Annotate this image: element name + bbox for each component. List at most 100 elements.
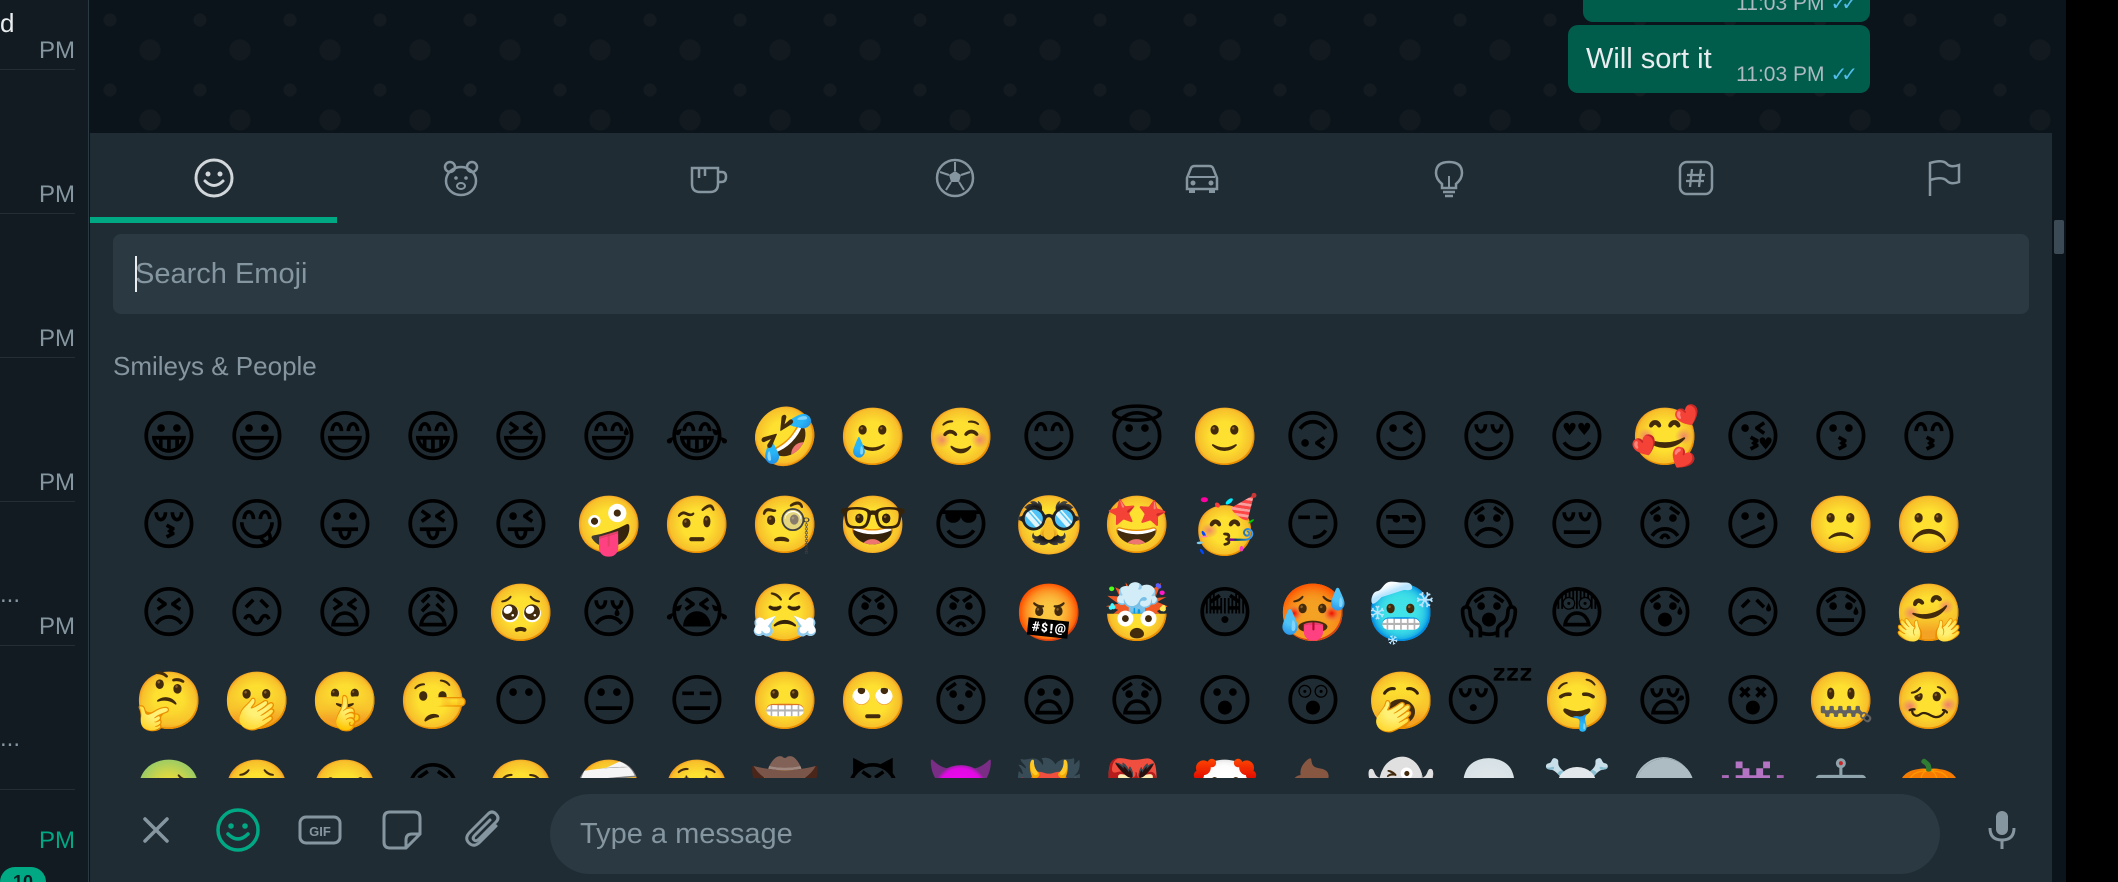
emoji-button[interactable]: 😊 [1005, 393, 1093, 481]
emoji-button[interactable]: 😀 [125, 393, 213, 481]
scrollbar-thumb[interactable] [2054, 220, 2064, 254]
emoji-button[interactable]: 😕 [1709, 481, 1797, 569]
emoji-button[interactable]: 😲 [1269, 657, 1357, 745]
tab-food[interactable] [584, 133, 831, 223]
emoji-search-input[interactable] [113, 234, 2029, 314]
emoji-button[interactable]: 😓 [1797, 569, 1885, 657]
emoji-button[interactable]: 🤠 [741, 745, 829, 779]
emoji-button[interactable]: 😂 [653, 393, 741, 481]
emoji-button[interactable]: 🙄 [829, 657, 917, 745]
emoji-button[interactable]: 😇 [1093, 393, 1181, 481]
emoji-button[interactable]: 🤐 [1797, 657, 1885, 745]
emoji-button[interactable]: 🥸 [1005, 481, 1093, 569]
emoji-button[interactable]: 😶 [477, 657, 565, 745]
emoji-search-field[interactable] [113, 234, 2029, 314]
emoji-button[interactable]: 🤬 [1005, 569, 1093, 657]
emoji-button[interactable]: 🥵 [1269, 569, 1357, 657]
emoji-button[interactable]: 😋 [213, 481, 301, 569]
emoji-button[interactable]: ☠️ [1533, 745, 1621, 779]
emoji-button[interactable]: 😴 [1444, 657, 1534, 745]
chat-list-item[interactable]: PM ... [0, 503, 75, 752]
emoji-button[interactable]: 😙 [1885, 393, 1973, 481]
emoji-button[interactable]: 😎 [917, 481, 1005, 569]
emoji-button[interactable]: 😈 [829, 745, 917, 779]
emoji-button[interactable]: 😚 [125, 481, 213, 569]
emoji-button[interactable]: 🤕 [565, 745, 653, 779]
emoji-button[interactable]: 😝 [389, 481, 477, 569]
emoji-button[interactable]: 😅 [565, 393, 653, 481]
emoji-button[interactable]: 😛 [301, 481, 389, 569]
emoji-button[interactable]: 👻 [1357, 745, 1445, 779]
emoji-button[interactable]: 🤧 [301, 745, 389, 779]
chat-list-item[interactable]: PM [0, 0, 75, 70]
emoji-button[interactable]: 😱 [1445, 569, 1533, 657]
emoji-button[interactable]: 😣 [125, 569, 213, 657]
emoji-button[interactable]: 🤥 [389, 657, 477, 745]
emoji-button[interactable]: 🤫 [301, 657, 389, 745]
emoji-button[interactable]: 👽 [1621, 745, 1709, 779]
close-emoji-button[interactable] [126, 800, 186, 860]
voice-message-button[interactable] [1972, 800, 2032, 860]
emoji-button[interactable]: 😫 [301, 569, 389, 657]
emoji-button[interactable]: 🥲 [829, 393, 917, 481]
emoji-button[interactable]: 😬 [741, 657, 829, 745]
emoji-button[interactable]: 😡 [917, 569, 1005, 657]
emoji-button[interactable]: 👹 [1005, 745, 1093, 779]
message-input[interactable] [550, 794, 1940, 874]
emoji-button[interactable]: 😦 [1005, 657, 1093, 745]
tab-animals[interactable] [337, 133, 584, 223]
emoji-button[interactable]: 🥱 [1357, 657, 1445, 745]
emoji-button[interactable]: 🤣 [741, 393, 829, 481]
emoji-button[interactable]: 😜 [477, 481, 565, 569]
emoji-button[interactable]: 💀 [1445, 745, 1533, 779]
gif-button[interactable]: GIF [290, 800, 350, 860]
emoji-button[interactable]: 🥰 [1621, 393, 1709, 481]
outgoing-message[interactable]: 11:03 PM ✓✓ [1583, 0, 1870, 22]
emoji-button[interactable]: 😐 [565, 657, 653, 745]
emoji-button[interactable]: 🤢 [125, 745, 213, 779]
tab-objects[interactable] [1325, 133, 1572, 223]
emoji-button[interactable] [208, 800, 268, 860]
emoji-button[interactable]: 🤗 [1885, 569, 1973, 657]
emoji-button[interactable]: 😧 [1093, 657, 1181, 745]
emoji-button[interactable]: ☹️ [1885, 481, 1973, 569]
emoji-button[interactable]: 😏 [1269, 481, 1357, 569]
emoji-button[interactable]: 😟 [1621, 481, 1709, 569]
emoji-button[interactable]: 😨 [1533, 569, 1621, 657]
emoji-button[interactable]: 🥺 [477, 569, 565, 657]
emoji-button[interactable]: 😵 [1709, 657, 1797, 745]
emoji-button[interactable]: 😳 [1181, 569, 1269, 657]
emoji-button[interactable]: 👺 [1093, 745, 1181, 779]
emoji-button[interactable]: 👿 [917, 745, 1005, 779]
emoji-button[interactable]: 😢 [565, 569, 653, 657]
emoji-button[interactable]: 🧐 [741, 481, 829, 569]
emoji-button[interactable]: 😮 [1181, 657, 1269, 745]
chat-list-item[interactable]: PM [0, 215, 75, 358]
emoji-button[interactable]: 😤 [741, 569, 829, 657]
sticker-button[interactable] [372, 800, 432, 860]
emoji-button[interactable]: 🥴 [1885, 657, 1973, 745]
emoji-button[interactable]: 💩 [1269, 745, 1357, 779]
emoji-button[interactable]: 😭 [653, 569, 741, 657]
emoji-button[interactable]: 😘 [1709, 393, 1797, 481]
emoji-button[interactable]: 🙂 [1181, 393, 1269, 481]
emoji-button[interactable]: 😉 [1357, 393, 1445, 481]
emoji-button[interactable]: 🙁 [1797, 481, 1885, 569]
emoji-button[interactable]: 😰 [1621, 569, 1709, 657]
emoji-button[interactable]: 😔 [1533, 481, 1621, 569]
emoji-button[interactable]: 😄 [301, 393, 389, 481]
emoji-button[interactable]: 🤓 [829, 481, 917, 569]
emoji-button[interactable]: 😩 [389, 569, 477, 657]
emoji-button[interactable]: 😒 [1357, 481, 1445, 569]
emoji-button[interactable]: 😁 [389, 393, 477, 481]
message-input-field[interactable] [550, 794, 1940, 874]
emoji-button[interactable]: 😌 [1445, 393, 1533, 481]
emoji-button[interactable]: 😖 [213, 569, 301, 657]
emoji-button[interactable]: 🥶 [1357, 569, 1445, 657]
tab-activity[interactable] [831, 133, 1078, 223]
chat-list-item[interactable]: PM 10 [0, 647, 75, 882]
emoji-button[interactable]: 🤪 [565, 481, 653, 569]
emoji-button[interactable]: 🥳 [1181, 481, 1269, 569]
chat-list-item[interactable]: PM ... [0, 359, 75, 608]
emoji-button[interactable]: 😠 [829, 569, 917, 657]
